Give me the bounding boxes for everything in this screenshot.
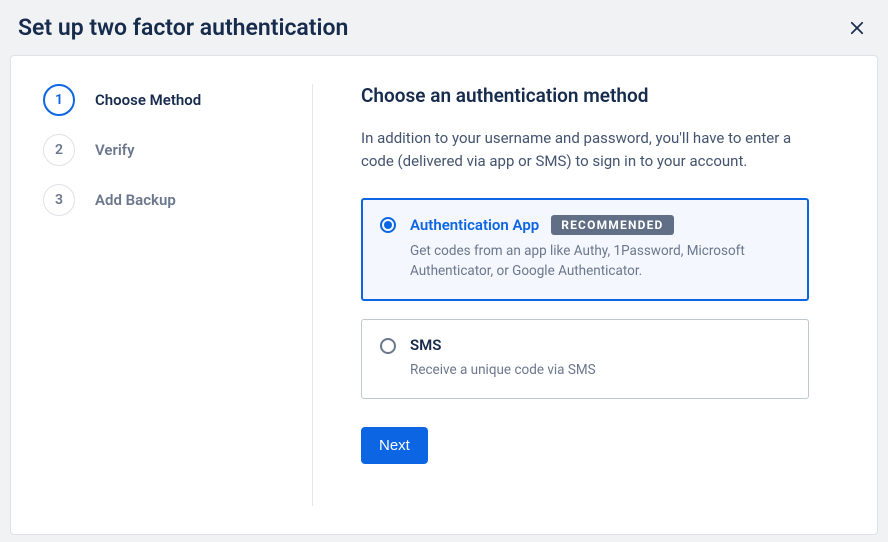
option-title-row: SMS — [410, 336, 790, 354]
steps-sidebar: 1 Choose Method 2 Verify 3 Add Backup — [11, 84, 313, 506]
next-button[interactable]: Next — [361, 427, 428, 464]
step-number: 1 — [43, 84, 75, 116]
step-label: Choose Method — [95, 91, 201, 109]
modal-header: Set up two factor authentication — [0, 0, 888, 55]
close-button[interactable] — [844, 15, 870, 41]
option-description: Get codes from an app like Authy, 1Passw… — [410, 241, 790, 282]
section-heading: Choose an authentication method — [361, 84, 829, 107]
option-body: Authentication App RECOMMENDED Get codes… — [410, 215, 790, 282]
modal-card: 1 Choose Method 2 Verify 3 Add Backup Ch… — [10, 55, 878, 535]
option-title: SMS — [410, 336, 441, 354]
recommended-badge: RECOMMENDED — [551, 215, 673, 235]
step-label: Verify — [95, 141, 135, 159]
section-description: In addition to your username and passwor… — [361, 127, 821, 172]
main-content: Choose an authentication method In addit… — [313, 84, 877, 506]
option-title: Authentication App — [410, 216, 539, 234]
close-icon — [848, 19, 866, 37]
radio-icon — [380, 217, 396, 233]
step-label: Add Backup — [95, 191, 176, 209]
radio-icon — [380, 338, 396, 354]
step-choose-method[interactable]: 1 Choose Method — [43, 84, 284, 116]
step-add-backup[interactable]: 3 Add Backup — [43, 184, 284, 216]
modal-title: Set up two factor authentication — [18, 14, 348, 41]
option-sms[interactable]: SMS Receive a unique code via SMS — [361, 319, 809, 399]
actions-row: Next — [361, 427, 829, 464]
step-number: 3 — [43, 184, 75, 216]
option-authentication-app[interactable]: Authentication App RECOMMENDED Get codes… — [361, 198, 809, 301]
step-verify[interactable]: 2 Verify — [43, 134, 284, 166]
option-body: SMS Receive a unique code via SMS — [410, 336, 790, 380]
option-description: Receive a unique code via SMS — [410, 360, 790, 380]
option-title-row: Authentication App RECOMMENDED — [410, 215, 790, 235]
step-number: 2 — [43, 134, 75, 166]
steps-list: 1 Choose Method 2 Verify 3 Add Backup — [43, 84, 284, 216]
